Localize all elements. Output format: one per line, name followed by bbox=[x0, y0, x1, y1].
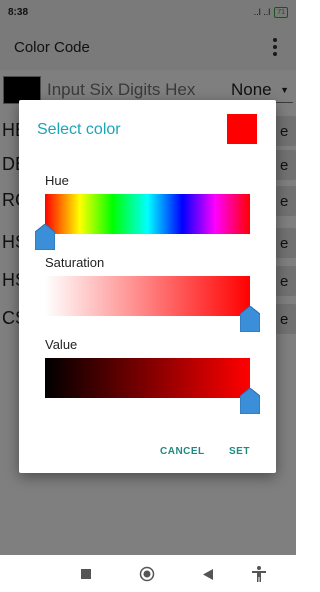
saturation-slider-thumb[interactable] bbox=[240, 306, 260, 332]
home-circle-icon[interactable] bbox=[137, 564, 157, 584]
hue-slider-thumb[interactable] bbox=[35, 224, 55, 250]
set-button[interactable]: SET bbox=[229, 446, 250, 457]
back-triangle-icon[interactable] bbox=[198, 564, 218, 584]
accessibility-icon[interactable] bbox=[249, 564, 269, 584]
hue-slider-track[interactable] bbox=[45, 194, 250, 234]
value-slider-track[interactable] bbox=[45, 358, 250, 398]
value-slider-thumb[interactable] bbox=[240, 388, 260, 414]
saturation-slider-track[interactable] bbox=[45, 276, 250, 316]
cancel-button[interactable]: CANCEL bbox=[160, 446, 205, 457]
saturation-label: Saturation bbox=[45, 255, 105, 270]
navigation-bar bbox=[0, 555, 296, 592]
value-label: Value bbox=[45, 337, 78, 352]
stop-square-icon[interactable] bbox=[76, 564, 96, 584]
dialog-title: Select color bbox=[37, 121, 121, 138]
color-preview bbox=[227, 114, 257, 144]
hue-label: Hue bbox=[45, 173, 69, 188]
color-picker-dialog: Select color Hue Saturation Value CANCEL… bbox=[19, 100, 276, 473]
